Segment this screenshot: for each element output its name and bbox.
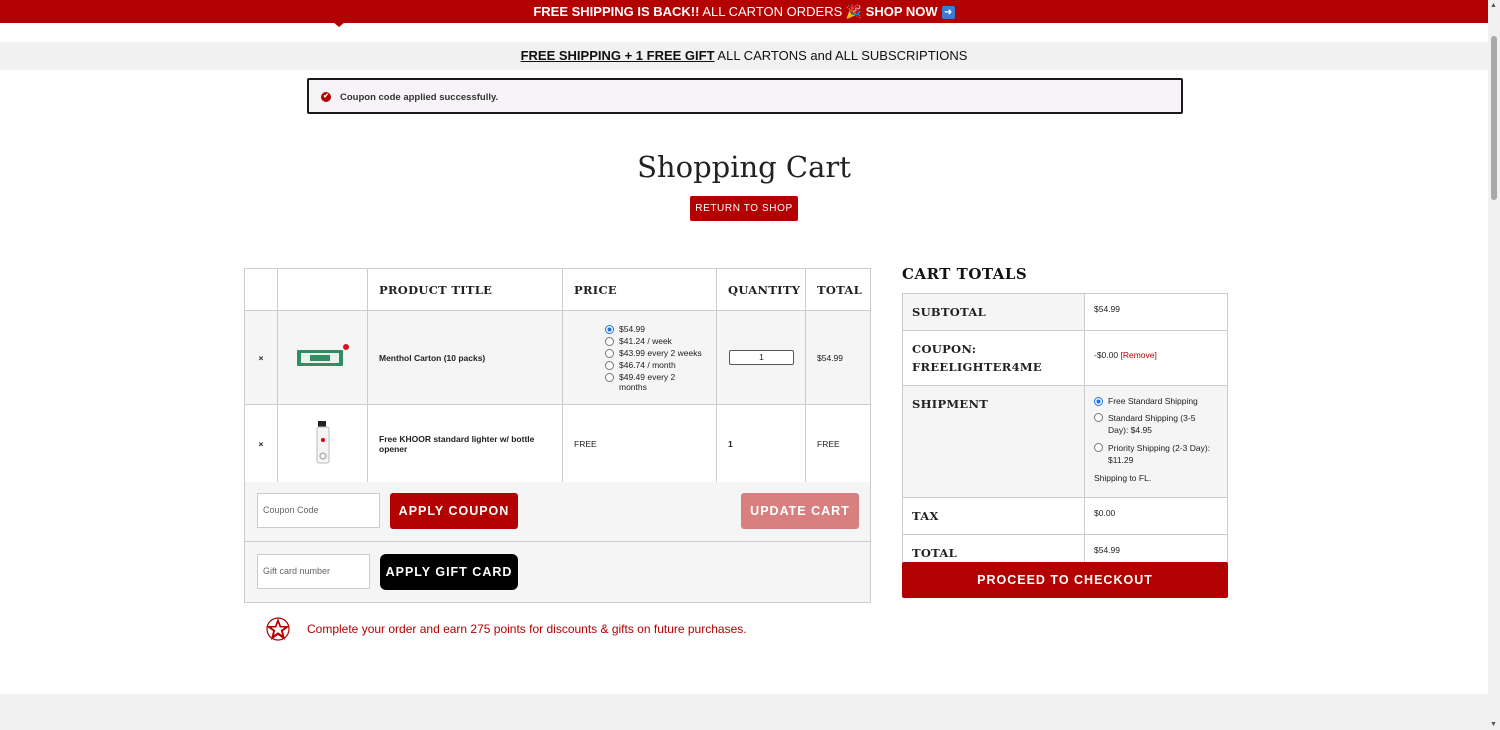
lighter-image (316, 420, 329, 463)
carton-image (296, 343, 349, 366)
shipping-option-label: Priority Shipping (2-3 Day): $11.29 (1108, 443, 1211, 465)
star-icon (266, 617, 290, 641)
cart-actions: Coupon Code APPLY COUPON UPDATE CART Gif… (244, 482, 871, 603)
price-option[interactable]: $43.99 every 2 weeks (605, 348, 716, 358)
coupon-code-input[interactable]: Coupon Code (257, 493, 380, 528)
radio-icon[interactable] (1094, 413, 1103, 422)
divider (245, 541, 870, 542)
radio-icon[interactable] (605, 348, 614, 358)
apply-gift-card-button[interactable]: APPLY GIFT CARD (380, 554, 518, 590)
line-total: FREE (805, 404, 871, 483)
quantity-col-header: QUANTITY (716, 268, 806, 311)
radio-icon[interactable] (605, 360, 614, 370)
product-thumbnail[interactable] (277, 404, 368, 483)
radio-icon[interactable] (1094, 443, 1103, 452)
price-option[interactable]: $49.49 every 2 months (605, 372, 705, 392)
price-option-label: $41.24 / week (619, 335, 672, 346)
product-col-header: PRODUCT TITLE (367, 268, 563, 311)
product-name-link[interactable]: Free KHOOR standard lighter w/ bottle op… (367, 404, 563, 483)
tax-row: TAX $0.00 (902, 497, 1228, 535)
free-gift-link[interactable]: FREE SHIPPING + 1 FREE GIFT (521, 48, 715, 63)
price-option[interactable]: $46.74 / month (605, 360, 716, 370)
quantity-input[interactable]: 1 (729, 350, 794, 365)
banner-notch (333, 22, 345, 27)
free-gift-banner: FREE SHIPPING + 1 FREE GIFT ALL CARTONS … (0, 42, 1488, 70)
cart-row: × Menthol Carton (10 packs) $54.99 $41.2… (244, 310, 871, 405)
proceed-to-checkout-button[interactable]: PROCEED TO CHECKOUT (902, 562, 1228, 598)
image-col-header (277, 268, 368, 311)
price-option[interactable]: $41.24 / week (605, 336, 716, 346)
radio-icon[interactable] (605, 336, 614, 346)
right-arrow-icon: ➜ (941, 6, 955, 19)
scrollbar-thumb[interactable] (1491, 36, 1497, 200)
radio-icon[interactable] (605, 372, 614, 382)
price-option-label: $49.49 every 2 months (619, 371, 676, 392)
promo-bold: FREE SHIPPING IS BACK!! (533, 4, 700, 19)
shipping-option[interactable]: Standard Shipping (3-5 Day): $4.95 (1094, 412, 1218, 436)
gift-card-input[interactable]: Gift card number (257, 554, 370, 589)
promo-text: ALL CARTON ORDERS 🎉 (699, 4, 866, 19)
page-scrollbar[interactable]: ▲ ▼ (1488, 0, 1500, 730)
shipping-option[interactable]: Free Standard Shipping (1094, 396, 1218, 406)
coupon-amount: -$0.00 (1094, 350, 1119, 360)
price-option-label: $46.74 / month (619, 359, 676, 370)
shipment-row: SHIPMENT Free Standard Shipping Standard… (902, 385, 1228, 498)
price-option[interactable]: $54.99 (605, 324, 716, 334)
notice-message: Coupon code applied successfully. (340, 92, 499, 103)
subtotal-label: SUBTOTAL (902, 293, 1085, 331)
rewards-message: Complete your order and earn 275 points … (264, 616, 747, 642)
scroll-up-icon[interactable]: ▲ (1490, 2, 1497, 9)
remove-item-icon[interactable]: × (244, 404, 278, 483)
return-to-shop-button[interactable]: RETURN TO SHOP (690, 196, 798, 221)
price-option-label: $54.99 (619, 323, 645, 334)
remove-col-header (244, 268, 278, 311)
cart-row: × Free KHOOR standard lighter w/ bottle … (244, 404, 871, 483)
price-options: $54.99 $41.24 / week $43.99 every 2 week… (562, 310, 717, 405)
radio-selected-icon[interactable] (1094, 397, 1103, 406)
price-col-header: PRICE (562, 268, 717, 311)
coupon-row: COUPON: FREELIGHTER4ME -$0.00 [Remove] (902, 330, 1228, 386)
footer (0, 694, 1488, 730)
rewards-text: Complete your order and earn 275 points … (307, 622, 747, 636)
item-quantity: 1 (716, 404, 806, 483)
check-circle-icon: ✔ (321, 92, 331, 102)
remove-item-icon[interactable]: × (244, 310, 278, 405)
page-title: Shopping Cart (637, 150, 851, 184)
cart-header-row: PRODUCT TITLE PRICE QUANTITY TOTAL (244, 268, 871, 311)
apply-coupon-button[interactable]: APPLY COUPON (390, 493, 518, 529)
promo-banner[interactable]: FREE SHIPPING IS BACK!! ALL CARTON ORDER… (0, 0, 1488, 27)
shop-now-link[interactable]: SHOP NOW (866, 4, 938, 19)
update-cart-button[interactable]: UPDATE CART (741, 493, 859, 529)
shipping-option-label: Standard Shipping (3-5 Day): $4.95 (1108, 413, 1196, 435)
coupon-label: COUPON: FREELIGHTER4ME (902, 330, 1085, 386)
scroll-down-icon[interactable]: ▼ (1490, 721, 1497, 728)
radio-selected-icon[interactable] (605, 324, 614, 334)
product-thumbnail[interactable] (277, 310, 368, 405)
shipping-option-label: Free Standard Shipping (1108, 396, 1198, 406)
cart-table: PRODUCT TITLE PRICE QUANTITY TOTAL × Men… (244, 268, 871, 483)
item-price: FREE (562, 404, 717, 483)
tax-label: TAX (902, 497, 1085, 535)
remove-coupon-link[interactable]: [Remove] (1120, 350, 1156, 360)
coupon-success-notice: ✔ Coupon code applied successfully. (307, 78, 1183, 114)
coupon-value: -$0.00 [Remove] (1084, 330, 1228, 386)
total-col-header: TOTAL (805, 268, 871, 311)
shipping-destination: Shipping to FL. (1094, 473, 1152, 483)
shipping-options: Free Standard Shipping Standard Shipping… (1084, 385, 1228, 498)
cart-totals-table: SUBTOTAL $54.99 COUPON: FREELIGHTER4ME -… (902, 293, 1228, 572)
free-gift-text: ALL CARTONS and ALL SUBSCRIPTIONS (714, 48, 968, 63)
quantity-cell: 1 (716, 310, 806, 405)
tax-value: $0.00 (1084, 497, 1228, 535)
shipping-option[interactable]: Priority Shipping (2-3 Day): $11.29 (1094, 442, 1218, 466)
line-total: $54.99 (805, 310, 871, 405)
cart-totals-title: CART TOTALS (902, 265, 1028, 283)
shipment-label: SHIPMENT (902, 385, 1085, 498)
price-option-label: $43.99 every 2 weeks (619, 347, 702, 358)
subtotal-value: $54.99 (1084, 293, 1228, 331)
product-name-link[interactable]: Menthol Carton (10 packs) (367, 310, 563, 405)
subtotal-row: SUBTOTAL $54.99 (902, 293, 1228, 331)
